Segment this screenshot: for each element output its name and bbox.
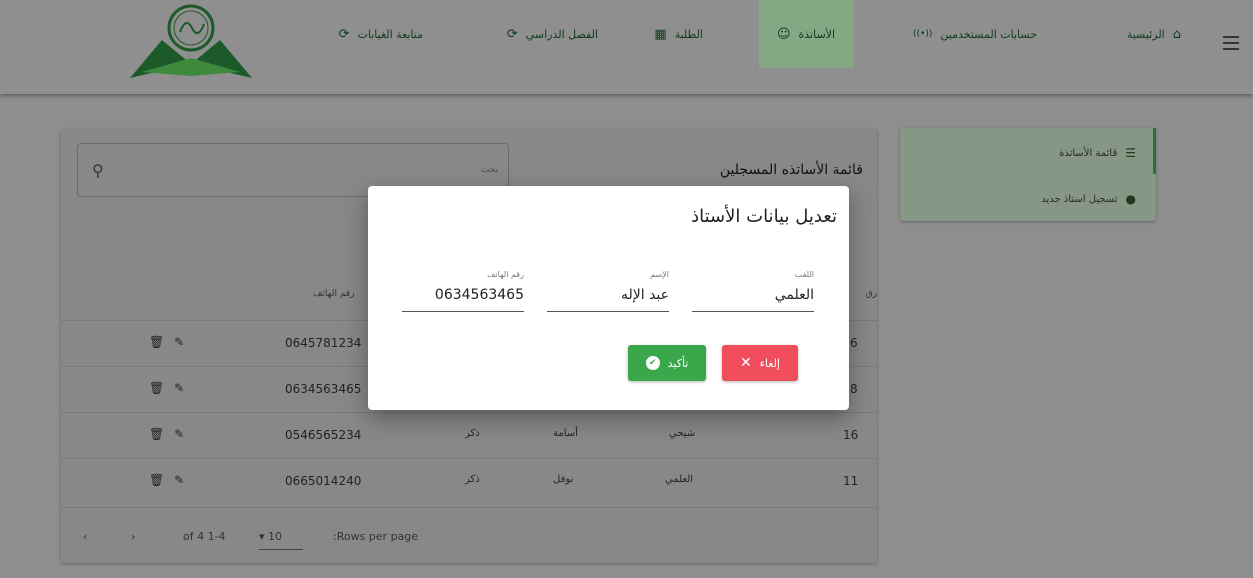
cell-id: 8: [850, 382, 858, 396]
last-name-label: اللقب: [794, 270, 814, 279]
confirm-button[interactable]: تأكيد ✔: [628, 345, 706, 381]
cell-first-name: أسامة: [553, 428, 578, 439]
delete-icon[interactable]: 🗑: [149, 473, 164, 487]
edit-icon[interactable]: ✎: [174, 381, 184, 395]
last-name-value: العلمي: [774, 287, 814, 303]
refresh-icon: ⟳: [338, 26, 350, 42]
table-row[interactable]: 🗑 ✎ 0665014240 ذكر نوفل العلمي 11: [61, 458, 877, 504]
cell-id: 6: [850, 336, 858, 350]
rows-per-page-value: 10: [268, 530, 283, 543]
chevron-left-icon[interactable]: ‹: [83, 530, 87, 543]
sidebar-item-register-teacher[interactable]: ● تسجيل استاذ جديد: [1041, 190, 1136, 208]
home-icon: ⌂: [1172, 26, 1181, 42]
person-icon: ●: [1125, 192, 1136, 206]
nav-semester-label: الفصل الدراسي: [525, 27, 598, 41]
cell-gender: ذكر: [465, 428, 480, 439]
delete-icon[interactable]: 🗑: [149, 427, 164, 441]
top-app-bar: ⌂ الرئيسية حسابات المستخدمين ((•)) الأسا…: [0, 0, 1253, 94]
check-icon: ✔: [645, 356, 660, 370]
sidebar-item-teachers-list[interactable]: ☰ قائمة الأساتذة: [1059, 144, 1136, 162]
cell-phone: 0546565234: [285, 428, 362, 442]
list-icon: ☰: [1125, 146, 1136, 160]
page-range: of 4 1-4: [183, 530, 226, 543]
column-header-phone: رقم الهاتف: [313, 289, 355, 299]
dialog-title: تعديل بيانات الأستاذ: [691, 206, 837, 227]
search-placeholder: بحث: [480, 165, 498, 175]
cell-last-name: شيحي: [669, 428, 696, 439]
menu-icon[interactable]: [1223, 36, 1239, 50]
column-header-id: رق: [865, 289, 877, 299]
nav-home-label: الرئيسية: [1126, 27, 1165, 41]
edit-icon[interactable]: ✎: [174, 335, 184, 349]
broadcast-icon: ((•)): [913, 29, 933, 39]
sidebar-card: ☰ قائمة الأساتذة ● تسجيل استاذ جديد: [900, 128, 1156, 221]
sidebar-item-label: قائمة الأساتذة: [1059, 147, 1118, 159]
refresh-icon: ⟳: [506, 26, 518, 42]
first-name-field[interactable]: الإسم عبد الإله: [547, 270, 669, 312]
nav-absences[interactable]: متابعة الغيابات ⟳: [339, 0, 423, 68]
nav-teachers-label: الأساتذة: [798, 27, 836, 41]
last-name-field[interactable]: اللقب العلمي: [692, 270, 814, 312]
delete-icon[interactable]: 🗑: [149, 381, 164, 395]
confirm-label: تأكيد: [667, 356, 689, 370]
nav-semester[interactable]: الفصل الدراسي ⟳: [507, 0, 598, 68]
cell-last-name: العلمي: [665, 474, 694, 485]
rows-per-page-select[interactable]: ▾ 10: [259, 530, 303, 550]
search-icon: ⚲: [92, 161, 104, 180]
first-name-label: الإسم: [650, 270, 669, 279]
chevron-right-icon[interactable]: ›: [131, 530, 135, 543]
cell-phone: 0665014240: [285, 474, 362, 488]
phone-field[interactable]: رقم الهاتف 0634563465: [402, 270, 524, 312]
rows-per-page-label: :Rows per page: [333, 530, 419, 543]
cancel-label: إلغاء: [759, 356, 780, 370]
cell-phone: 0634563465: [285, 382, 362, 396]
page-title: قائمة الأساتذه المسجلين: [719, 162, 863, 178]
phone-label: رقم الهاتف: [487, 270, 524, 279]
nav-students[interactable]: الطلبة ▦: [654, 0, 703, 68]
nav-teachers[interactable]: الأساتذة ☺: [758, 0, 853, 68]
grid-icon: ▦: [654, 26, 667, 42]
table-row[interactable]: 🗑 ✎ 0546565234 ذكر أسامة شيحي 16: [61, 412, 877, 458]
table-pagination: ‹ › of 4 1-4 ▾ 10 :Rows per page: [61, 507, 877, 563]
edit-icon[interactable]: ✎: [174, 473, 184, 487]
phone-value: 0634563465: [434, 287, 524, 303]
cell-id: 16: [843, 428, 859, 442]
face-icon: ☺: [776, 26, 791, 42]
cell-first-name: نوفل: [553, 474, 574, 485]
cancel-button[interactable]: إلغاء ✕: [722, 345, 798, 381]
logo: [130, 4, 252, 78]
first-name-value: عبد الإله: [620, 287, 669, 303]
sidebar-item-label: تسجيل استاذ جديد: [1041, 193, 1118, 205]
active-indicator: [1153, 128, 1156, 174]
nav-students-label: الطلبة: [674, 27, 703, 41]
dropdown-arrow-icon: ▾: [259, 530, 265, 543]
cell-phone: 0645781234: [285, 336, 362, 350]
nav-absences-label: متابعة الغيابات: [357, 27, 423, 41]
nav-home[interactable]: ⌂ الرئيسية: [1127, 0, 1181, 68]
nav-user-accounts[interactable]: حسابات المستخدمين ((•)): [913, 0, 1037, 68]
cell-id: 11: [843, 474, 859, 488]
close-icon: ✕: [740, 355, 752, 371]
cell-gender: ذكر: [465, 474, 480, 485]
delete-icon[interactable]: 🗑: [149, 335, 164, 349]
edit-icon[interactable]: ✎: [174, 427, 184, 441]
edit-teacher-dialog: تعديل بيانات الأستاذ اللقب العلمي الإسم …: [368, 186, 849, 410]
nav-user-accounts-label: حسابات المستخدمين: [940, 27, 1037, 41]
